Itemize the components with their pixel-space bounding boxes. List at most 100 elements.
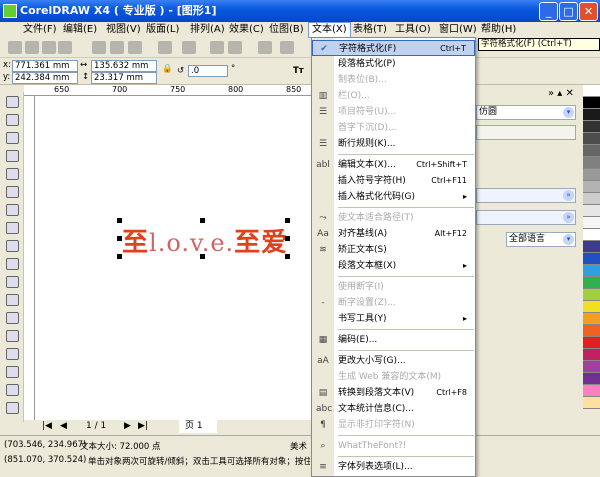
menu-item[interactable]: abc 文本统计信息(C)... (312, 401, 475, 417)
selection-handle[interactable] (285, 236, 290, 241)
color-swatch[interactable] (583, 373, 600, 385)
menu-item[interactable]: aA 更改大小写(G)... (312, 353, 475, 369)
color-swatch[interactable] (583, 397, 600, 409)
menu-item[interactable]: ☰ 断行规则(K)... (312, 136, 475, 152)
vertical-ruler[interactable] (24, 96, 35, 420)
color-swatch[interactable] (583, 193, 600, 205)
color-swatch[interactable] (583, 145, 600, 157)
menu-item[interactable]: 书写工具(Y) ▸ (312, 311, 475, 327)
tool-icon[interactable] (6, 96, 19, 108)
menu-11[interactable]: 帮助(H) (478, 22, 519, 38)
selection-handle[interactable] (285, 254, 290, 259)
color-swatch[interactable] (583, 349, 600, 361)
color-swatch[interactable] (583, 277, 600, 289)
maximize-button[interactable]: □ (559, 2, 578, 21)
toolbar-button-icon[interactable] (128, 41, 142, 54)
menu-item[interactable]: abl 编辑文本(X)... Ctrl+Shift+T (312, 157, 475, 173)
selection-handle[interactable] (117, 218, 122, 223)
horizontal-ruler[interactable]: 650 700 750 800 850 (24, 85, 311, 96)
color-swatch[interactable] (583, 265, 600, 277)
tool-icon[interactable] (6, 204, 19, 216)
color-swatch[interactable] (583, 301, 600, 313)
first-page-button[interactable]: |◀ (42, 420, 52, 433)
menu-5[interactable]: 效果(C) (226, 22, 267, 38)
menu-4[interactable]: 排列(A) (187, 22, 228, 38)
tool-icon[interactable] (6, 258, 19, 270)
tool-icon[interactable] (6, 132, 19, 144)
prev-page-button[interactable]: ◀ (60, 420, 67, 433)
close-button[interactable]: ✕ (579, 2, 598, 21)
color-swatch[interactable] (583, 229, 600, 241)
selection-handle[interactable] (200, 254, 205, 259)
menu-item[interactable]: Aa 对齐基线(A) Alt+F12 (312, 226, 475, 242)
y-position-field[interactable]: 242.384 mm (12, 72, 78, 84)
font-dropdown[interactable]: 仿圆 ▾ (476, 105, 576, 120)
color-swatch[interactable] (583, 133, 600, 145)
selection-handle[interactable] (117, 236, 122, 241)
menu-item[interactable]: ▦ 编码(E)... (312, 332, 475, 348)
tool-icon[interactable] (6, 312, 19, 324)
menu-item[interactable]: 段落文本框(X) ▸ (312, 258, 475, 274)
tool-icon[interactable] (6, 384, 19, 396)
color-swatch[interactable] (583, 205, 600, 217)
color-swatch[interactable] (583, 241, 600, 253)
page-tab[interactable]: 页 1 (179, 420, 217, 433)
color-swatch[interactable] (583, 109, 600, 121)
height-field[interactable]: 23.317 mm (91, 72, 157, 84)
color-swatch[interactable] (583, 169, 600, 181)
menu-item[interactable]: 插入符号字符(H) Ctrl+F11 (312, 173, 475, 189)
tool-icon[interactable] (6, 402, 19, 414)
tool-icon[interactable] (6, 330, 19, 342)
minimize-button[interactable]: _ (539, 2, 558, 21)
selection-handle[interactable] (200, 218, 205, 223)
tool-icon[interactable] (6, 186, 19, 198)
menu-8[interactable]: 表格(T) (350, 22, 390, 38)
menu-1[interactable]: 编辑(E) (60, 22, 100, 38)
menu-item[interactable]: ≋ 矫正文本(S) (312, 242, 475, 258)
toolbar-button-icon[interactable] (25, 41, 39, 54)
rotation-field[interactable]: .0 (188, 65, 228, 77)
color-swatch[interactable] (583, 385, 600, 397)
last-page-button[interactable]: ▶| (138, 420, 148, 433)
tool-icon[interactable] (6, 114, 19, 126)
toolbar-button-icon[interactable] (8, 41, 22, 54)
tool-icon[interactable] (6, 294, 19, 306)
color-swatch[interactable] (583, 361, 600, 373)
menu-item[interactable]: 段落格式化(P) (312, 56, 475, 72)
toolbar-button-icon[interactable] (58, 41, 72, 54)
font-size-dropdown[interactable] (476, 125, 576, 140)
menu-3[interactable]: 版面(L) (143, 22, 182, 38)
tool-icon[interactable] (6, 348, 19, 360)
menu-2[interactable]: 视图(V) (103, 22, 144, 38)
menu-item[interactable]: ▤ 转换到段落文本(V) Ctrl+F8 (312, 385, 475, 401)
selection-handle[interactable] (285, 218, 290, 223)
tool-icon[interactable] (6, 366, 19, 378)
menu-10[interactable]: 窗口(W) (436, 22, 480, 38)
color-swatch[interactable] (583, 337, 600, 349)
width-field[interactable]: 135.632 mm (91, 60, 157, 72)
selection-handle[interactable] (117, 254, 122, 259)
menu-item[interactable]: ✔ 字符格式化(F) Ctrl+T (312, 40, 475, 56)
color-swatch[interactable] (583, 85, 600, 97)
lock-ratio-icon[interactable]: 🔒 (162, 64, 173, 74)
color-palette[interactable] (583, 85, 600, 435)
menu-0[interactable]: 文件(F) (20, 22, 60, 38)
toolbar-button-icon[interactable] (158, 41, 172, 54)
color-swatch[interactable] (583, 217, 600, 229)
menu-7[interactable]: 文本(X) (308, 22, 351, 38)
text-tool-icon[interactable]: Tт (293, 66, 304, 76)
toolbar-button-icon[interactable] (182, 41, 196, 54)
toolbar-button-icon[interactable] (228, 41, 242, 54)
toolbar-button-icon[interactable] (258, 41, 272, 54)
toolbar-button-icon[interactable] (110, 41, 124, 54)
x-position-field[interactable]: 771.361 mm (12, 60, 78, 72)
color-swatch[interactable] (583, 325, 600, 337)
menu-6[interactable]: 位图(B) (266, 22, 307, 38)
language-dropdown[interactable]: 全部语言 ▾ (506, 232, 576, 247)
section-expander[interactable]: » (476, 210, 576, 225)
color-swatch[interactable] (583, 121, 600, 133)
color-swatch[interactable] (583, 253, 600, 265)
color-swatch[interactable] (583, 157, 600, 169)
tool-icon[interactable] (6, 222, 19, 234)
toolbar-button-icon[interactable] (280, 41, 294, 54)
